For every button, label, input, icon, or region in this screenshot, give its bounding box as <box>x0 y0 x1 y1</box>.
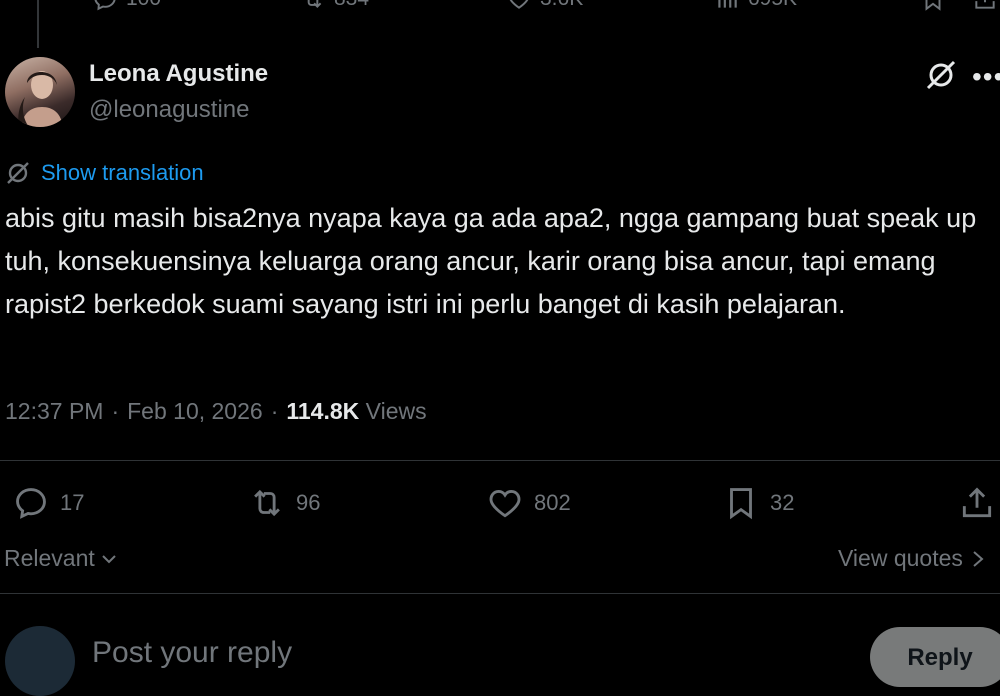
tweet-time[interactable]: 12:37 PM <box>5 398 103 425</box>
chevron-right-icon <box>973 550 984 567</box>
reply-icon <box>94 0 116 11</box>
share-icon <box>975 0 995 9</box>
reply-avatar <box>5 626 75 696</box>
bookmark-action[interactable]: 32 <box>722 484 794 522</box>
author-handle[interactable]: @leonagustine <box>89 96 249 124</box>
more-button[interactable]: ••• <box>972 61 1000 93</box>
reply-action[interactable]: 17 <box>12 484 84 522</box>
meta-separator: · <box>111 398 120 424</box>
author-name[interactable]: Leona Agustine <box>89 60 268 88</box>
like-count: 802 <box>534 490 571 515</box>
sort-relevant-dropdown[interactable]: Relevant <box>4 545 119 572</box>
view-quotes-label: View quotes <box>838 545 963 571</box>
previous-post-actions: 100 834 3.6K 695K <box>0 0 1000 16</box>
repost-icon <box>254 489 280 517</box>
grok-icon <box>926 60 956 90</box>
chevron-down-icon <box>102 554 116 563</box>
prev-like-count: 3.6K <box>540 0 583 11</box>
tweet-meta: 12:37 PM · Feb 10, 2026 · 114.8K Views <box>5 398 427 425</box>
bookmark-count: 32 <box>770 490 795 515</box>
prev-repost-action[interactable]: 834 <box>300 0 369 12</box>
translate-icon <box>7 162 29 184</box>
bookmark-icon <box>730 488 752 520</box>
views-icon <box>718 0 737 8</box>
view-quotes-link[interactable]: View quotes <box>838 545 987 572</box>
tweet-date[interactable]: Feb 10, 2026 <box>127 398 263 425</box>
prev-bookmark-action[interactable] <box>920 0 946 12</box>
views-count: 114.8K <box>286 398 360 424</box>
like-action[interactable]: 802 <box>486 484 571 522</box>
reply-icon <box>16 488 46 519</box>
relevant-label: Relevant <box>4 545 95 571</box>
author-avatar[interactable] <box>5 57 75 127</box>
prev-views-count: 695K <box>748 0 797 11</box>
show-translation-link[interactable]: Show translation <box>41 160 204 186</box>
repost-icon <box>307 0 322 8</box>
more-icon: ••• <box>972 61 1000 92</box>
like-icon <box>509 0 529 9</box>
prev-views-action[interactable]: 695K <box>714 0 797 12</box>
like-icon <box>489 490 521 518</box>
thread-line <box>37 0 39 48</box>
share-action[interactable] <box>958 484 996 522</box>
avatar-portrait-icon <box>18 71 63 127</box>
grok-button[interactable] <box>924 58 958 92</box>
reply-count: 17 <box>60 490 85 515</box>
reply-input[interactable]: Post your reply <box>92 636 292 670</box>
bookmark-icon <box>925 0 941 11</box>
prev-like-action[interactable]: 3.6K <box>506 0 583 12</box>
prev-reply-action[interactable]: 100 <box>92 0 161 12</box>
prev-share-action[interactable] <box>972 0 998 12</box>
repost-action[interactable]: 96 <box>248 484 320 522</box>
views-label: Views <box>365 398 427 424</box>
reply-button[interactable]: Reply <box>870 627 1000 687</box>
meta-separator: · <box>270 398 279 424</box>
divider <box>0 593 1000 594</box>
prev-repost-count: 834 <box>334 0 369 11</box>
translate-row[interactable]: Show translation <box>5 160 204 186</box>
share-icon <box>962 487 992 518</box>
tweet-text: abis gitu masih bisa2nya nyapa kaya ga a… <box>5 203 977 319</box>
divider <box>0 460 1000 461</box>
repost-count: 96 <box>296 490 321 515</box>
prev-reply-count: 100 <box>126 0 161 11</box>
